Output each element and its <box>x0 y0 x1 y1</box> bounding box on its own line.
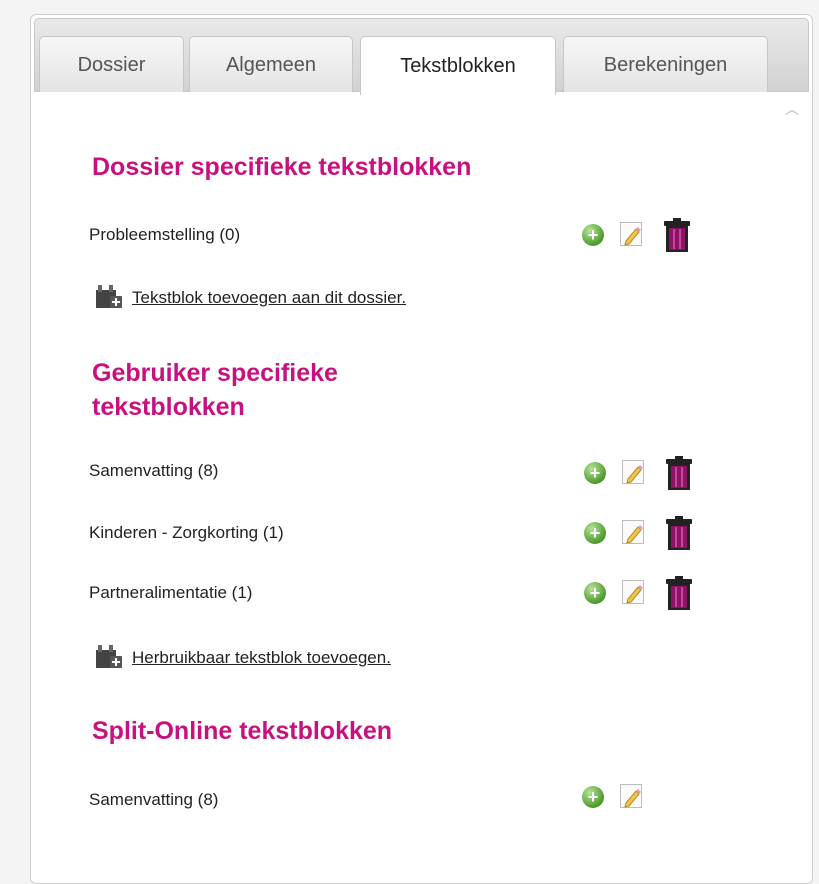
textblock-label: Partneralimentatie (1) <box>89 583 253 602</box>
tab-label: Algemeen <box>225 53 317 76</box>
vertical-scrollbar[interactable]: ︿ <box>775 92 809 882</box>
trash-icon[interactable] <box>664 456 694 490</box>
tab-label: Dossier <box>77 53 146 76</box>
section-title-split-online: Split-Online tekstblokken <box>92 717 393 745</box>
tab-label: Berekeningen <box>603 53 728 76</box>
tab-algemeen[interactable]: Algemeen <box>189 36 353 93</box>
trash-icon[interactable] <box>664 516 694 550</box>
plus-circle-icon[interactable]: + <box>584 522 606 544</box>
section-title-dossier: Dossier specifieke tekstblokken <box>92 153 472 181</box>
row-actions: + <box>584 576 696 610</box>
tab-label: Tekstblokken <box>400 54 516 77</box>
tab-tekstblokken[interactable]: Tekstblokken <box>360 36 556 95</box>
add-textblock-link[interactable]: Tekstblok toevoegen aan dit dossier. <box>132 288 406 308</box>
plus-circle-icon[interactable]: + <box>584 462 606 484</box>
plus-circle-icon[interactable]: + <box>584 582 606 604</box>
add-dossier-textblock-row: Tekstblok toevoegen aan dit dossier. <box>94 284 514 312</box>
add-user-textblock-row: Herbruikbaar tekstblok toevoegen. <box>94 644 514 672</box>
pencil-edit-icon[interactable] <box>622 580 644 604</box>
row-actions: + <box>582 218 694 252</box>
section-title-line: Gebruiker specifieke <box>92 359 338 387</box>
add-textblock-icon[interactable] <box>94 644 124 670</box>
pencil-edit-icon[interactable] <box>622 520 644 544</box>
chevron-up-icon[interactable]: ︿ <box>784 102 800 116</box>
textblock-label: Samenvatting (8) <box>89 461 219 480</box>
section-title-gebruiker: Gebruiker specifieke tekstblokken <box>92 356 338 424</box>
textblock-label: Probleemstelling (0) <box>89 225 241 244</box>
add-reusable-textblock-link[interactable]: Herbruikbaar tekstblok toevoegen. <box>132 648 391 668</box>
row-actions: + <box>584 516 696 550</box>
add-textblock-icon[interactable] <box>94 284 124 310</box>
row-actions: + <box>582 780 652 814</box>
pencil-edit-icon[interactable] <box>620 222 642 246</box>
tab-berekeningen[interactable]: Berekeningen <box>563 36 768 93</box>
trash-icon[interactable] <box>664 576 694 610</box>
tab-dossier[interactable]: Dossier <box>39 36 184 93</box>
textblock-label: Kinderen - Zorgkorting (1) <box>89 523 284 542</box>
section-title-line: tekstblokken <box>92 393 245 421</box>
plus-circle-icon[interactable]: + <box>582 224 604 246</box>
row-actions: + <box>584 456 696 490</box>
pencil-edit-icon[interactable] <box>620 784 642 808</box>
plus-circle-icon[interactable]: + <box>582 786 604 808</box>
textblock-label: Samenvatting (8) <box>89 790 219 809</box>
trash-icon[interactable] <box>662 218 692 252</box>
pencil-edit-icon[interactable] <box>622 460 644 484</box>
